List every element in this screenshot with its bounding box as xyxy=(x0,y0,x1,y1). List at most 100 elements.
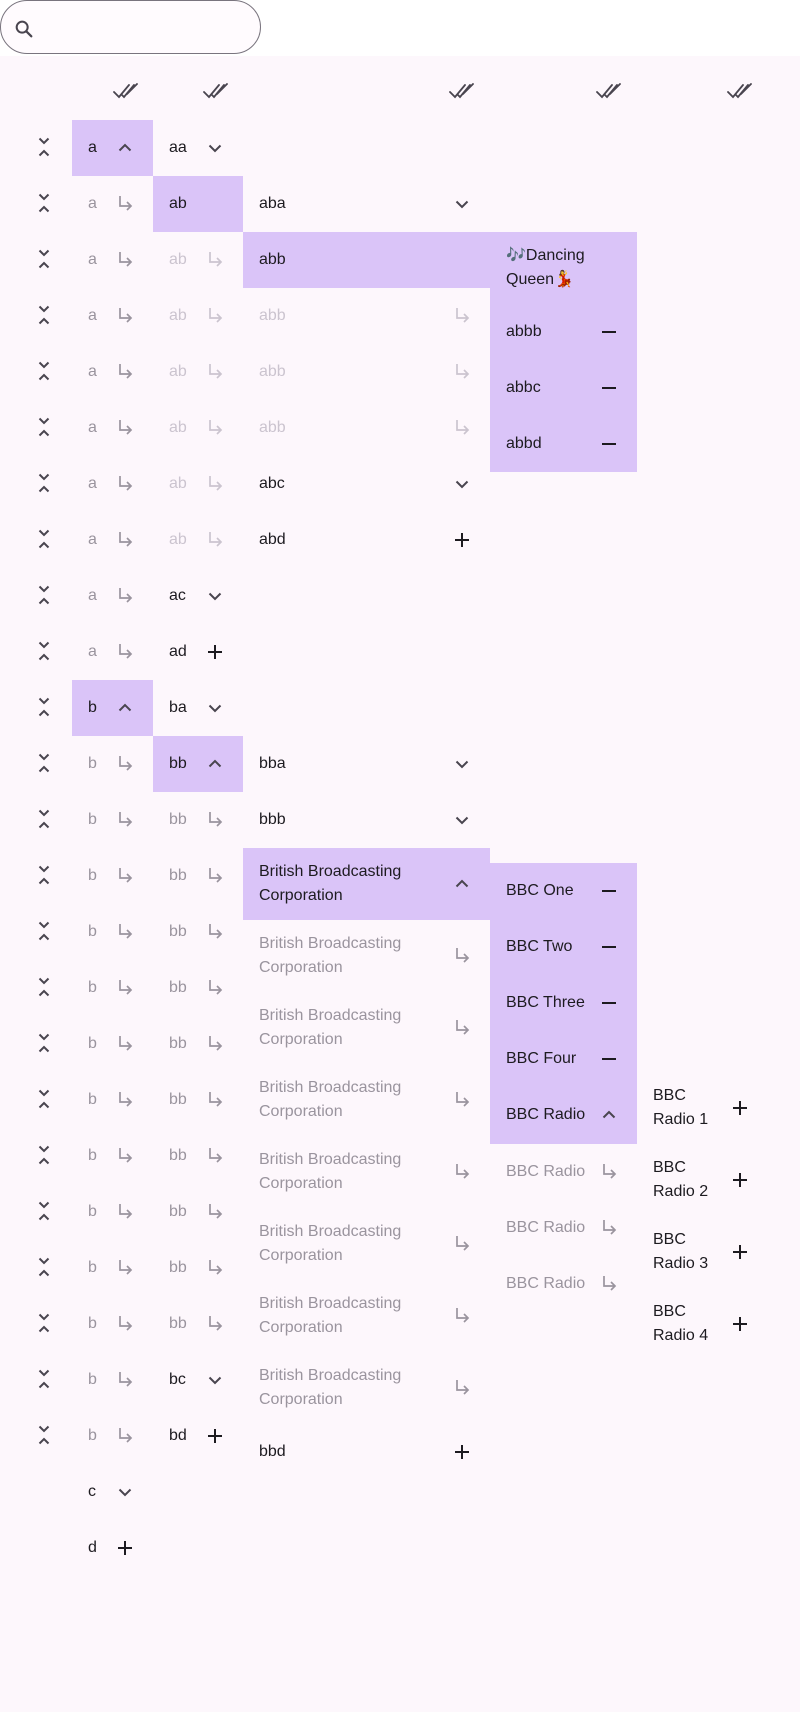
expand-more-icon[interactable] xyxy=(203,696,227,720)
row-collapse-icon[interactable] xyxy=(32,1367,56,1391)
remove-icon[interactable] xyxy=(597,935,621,959)
expand-more-icon[interactable] xyxy=(113,1480,137,1504)
row-collapse-icon[interactable] xyxy=(32,1311,56,1335)
row-collapse-icon[interactable] xyxy=(32,919,56,943)
add-icon[interactable] xyxy=(450,1440,474,1464)
add-icon[interactable] xyxy=(728,1096,752,1120)
cell-bb[interactable]: bb xyxy=(153,736,243,792)
add-icon[interactable] xyxy=(450,528,474,552)
remove-icon[interactable] xyxy=(597,879,621,903)
remove-icon[interactable] xyxy=(597,432,621,456)
cell-abc[interactable]: abc xyxy=(243,456,490,512)
cell-bbc-one[interactable]: BBC One xyxy=(490,863,637,919)
cell-abb[interactable]: abb xyxy=(243,232,490,288)
cell-b[interactable]: b xyxy=(72,680,153,736)
cell-abd[interactable]: abd xyxy=(243,512,490,568)
cell-ab[interactable]: ab xyxy=(153,176,243,232)
select-all-column-2-icon[interactable] xyxy=(203,80,229,102)
row-collapse-icon[interactable] xyxy=(32,583,56,607)
cell-aba[interactable]: aba xyxy=(243,176,490,232)
expand-more-icon[interactable] xyxy=(450,192,474,216)
add-icon[interactable] xyxy=(728,1312,752,1336)
row-collapse-icon[interactable] xyxy=(32,303,56,327)
add-icon[interactable] xyxy=(203,1424,227,1448)
cell-bbc-radio-1[interactable]: BBC Radio 1 xyxy=(637,1072,762,1144)
cell-c[interactable]: c xyxy=(72,1464,153,1520)
row-collapse-icon[interactable] xyxy=(32,751,56,775)
cell-aa[interactable]: aa xyxy=(153,120,243,176)
expand-more-icon[interactable] xyxy=(450,472,474,496)
remove-icon[interactable] xyxy=(597,1047,621,1071)
cell-bbc-radio-2[interactable]: BBC Radio 2 xyxy=(637,1144,762,1216)
cell-bbd[interactable]: bbd xyxy=(243,1424,490,1480)
select-all-column-5-icon[interactable] xyxy=(727,80,753,102)
cell-bbc-repeat: British Broadcasting Corporation xyxy=(243,1064,490,1136)
row-collapse-icon[interactable] xyxy=(32,695,56,719)
row-collapse-icon[interactable] xyxy=(32,247,56,271)
remove-icon[interactable] xyxy=(597,320,621,344)
cell-d[interactable]: d xyxy=(72,1520,153,1576)
row-collapse-icon[interactable] xyxy=(32,807,56,831)
expand-more-icon[interactable] xyxy=(203,584,227,608)
cell-bd[interactable]: bd xyxy=(153,1408,243,1464)
cell-bbc-radio-3[interactable]: BBC Radio 3 xyxy=(637,1216,762,1288)
cell-bbc-four[interactable]: BBC Four xyxy=(490,1031,637,1087)
cell-abbc[interactable]: abbc xyxy=(490,360,637,416)
select-all-column-4-icon[interactable] xyxy=(596,80,622,102)
row-collapse-icon[interactable] xyxy=(32,1087,56,1111)
add-icon[interactable] xyxy=(728,1240,752,1264)
add-icon[interactable] xyxy=(203,640,227,664)
cell-bc[interactable]: bc xyxy=(153,1352,243,1408)
cell-bbb[interactable]: bbb xyxy=(243,792,490,848)
row-collapse-icon[interactable] xyxy=(32,1255,56,1279)
cell-abbd[interactable]: abbd xyxy=(490,416,637,472)
select-all-column-3-icon[interactable] xyxy=(449,80,475,102)
subdirectory-arrow-icon xyxy=(203,1256,227,1280)
add-icon[interactable] xyxy=(113,1536,137,1560)
cell-abbb[interactable]: abbb xyxy=(490,304,637,360)
expand-less-icon[interactable] xyxy=(113,136,137,160)
cell-dancing-queen[interactable]: 🎶Dancing Queen💃 xyxy=(506,244,626,292)
row-collapse-icon[interactable] xyxy=(32,1199,56,1223)
remove-icon[interactable] xyxy=(597,376,621,400)
row-collapse-icon[interactable] xyxy=(32,975,56,999)
row-collapse-icon[interactable] xyxy=(32,527,56,551)
cell-ad[interactable]: ad xyxy=(153,624,243,680)
search-bar[interactable] xyxy=(0,0,261,54)
cell-a[interactable]: a xyxy=(72,120,153,176)
row-collapse-icon[interactable] xyxy=(32,1031,56,1055)
cell-bbc-two[interactable]: BBC Two xyxy=(490,919,637,975)
row-collapse-icon[interactable] xyxy=(32,471,56,495)
remove-icon[interactable] xyxy=(597,991,621,1015)
row-collapse-icon[interactable] xyxy=(32,135,56,159)
expand-more-icon[interactable] xyxy=(203,1368,227,1392)
cell-ac[interactable]: ac xyxy=(153,568,243,624)
expand-less-icon[interactable] xyxy=(203,752,227,776)
row-collapse-icon[interactable] xyxy=(32,1423,56,1447)
cell-bbc-three[interactable]: BBC Three xyxy=(490,975,637,1031)
expand-less-icon[interactable] xyxy=(597,1103,621,1127)
cell-label: a xyxy=(88,475,97,492)
search-input[interactable] xyxy=(45,11,249,45)
expand-less-icon[interactable] xyxy=(113,696,137,720)
select-all-column-1-icon[interactable] xyxy=(113,80,139,102)
expand-more-icon[interactable] xyxy=(203,136,227,160)
expand-less-icon[interactable] xyxy=(450,872,474,896)
expand-more-icon[interactable] xyxy=(450,752,474,776)
subdirectory-arrow-icon xyxy=(113,248,137,272)
add-icon[interactable] xyxy=(728,1168,752,1192)
cell-bbc-radio-4[interactable]: BBC Radio 4 xyxy=(637,1288,762,1360)
row-collapse-icon[interactable] xyxy=(32,1143,56,1167)
row-collapse-icon[interactable] xyxy=(32,359,56,383)
expand-more-icon[interactable] xyxy=(450,808,474,832)
row-collapse-icon[interactable] xyxy=(32,191,56,215)
row-collapse-icon[interactable] xyxy=(32,863,56,887)
cell-bba[interactable]: bba xyxy=(243,736,490,792)
row-collapse-icon[interactable] xyxy=(32,415,56,439)
subdirectory-arrow-icon xyxy=(113,360,137,384)
row-collapse-icon[interactable] xyxy=(32,639,56,663)
cell-british-broadcasting-corporation[interactable]: British Broadcasting Corporation xyxy=(243,848,490,920)
cell-ba[interactable]: ba xyxy=(153,680,243,736)
cell-a-repeat: a xyxy=(72,400,153,456)
cell-bbc-radio[interactable]: BBC Radio xyxy=(490,1087,637,1144)
